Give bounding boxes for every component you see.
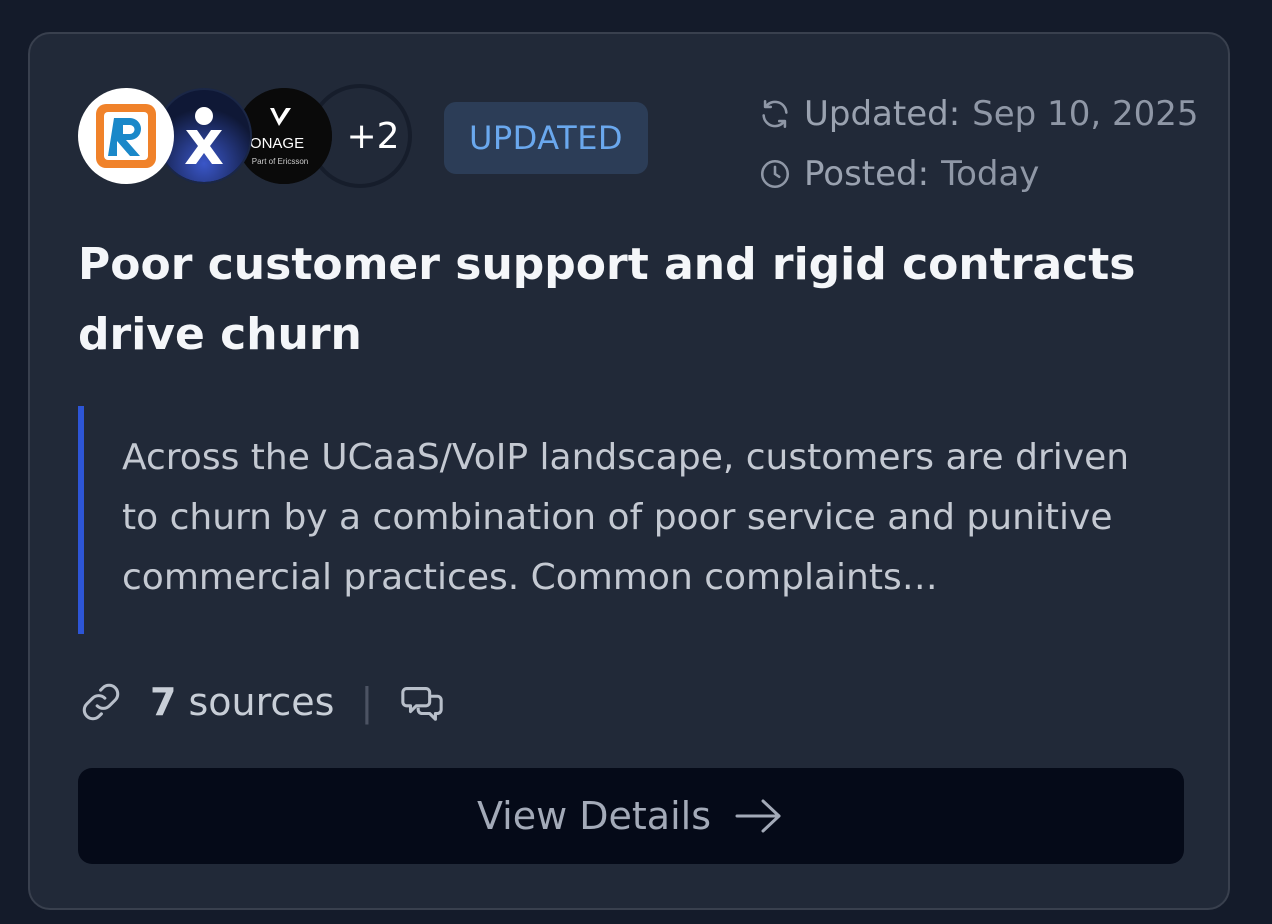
posted-label: Posted:: [804, 154, 930, 194]
vonage-logo-subtext: Part of Ericsson: [252, 157, 308, 166]
refresh-icon: [758, 97, 792, 131]
card-title[interactable]: Poor customer support and rigid contract…: [78, 230, 1178, 370]
link-icon: [78, 679, 124, 725]
updated-value: Sep 10, 2025: [972, 94, 1199, 134]
excerpt-text: Across the UCaaS/VoIP landscape, custome…: [122, 437, 1130, 598]
updated-row: Updated: Sep 10, 2025: [758, 84, 1208, 144]
footer-divider: |: [360, 680, 374, 724]
avatar-r-logo: [78, 88, 174, 184]
sources-label[interactable]: sources: [188, 680, 334, 724]
status-badge: UPDATED: [444, 102, 648, 174]
chat-icon[interactable]: [399, 679, 445, 725]
view-details-label: View Details: [477, 794, 711, 838]
card-meta: Updated: Sep 10, 2025 Posted: Today: [758, 84, 1208, 204]
arrow-right-icon: [733, 796, 785, 836]
updated-label: Updated:: [804, 94, 961, 134]
sources-count[interactable]: 7: [150, 680, 176, 724]
excerpt-block: Across the UCaaS/VoIP landscape, custome…: [78, 406, 1168, 634]
view-details-button[interactable]: View Details: [78, 768, 1184, 864]
company-avatars: VONAGE Part of Ericsson +2: [78, 84, 418, 188]
posted-row: Posted: Today: [758, 144, 1208, 204]
card-footer: 7 sources |: [78, 674, 445, 730]
posted-value: Today: [941, 154, 1040, 194]
more-count-label: +2: [346, 115, 400, 157]
clock-icon: [758, 157, 792, 191]
insight-card[interactable]: VONAGE Part of Ericsson +2 UPDATED Updat…: [28, 32, 1230, 910]
